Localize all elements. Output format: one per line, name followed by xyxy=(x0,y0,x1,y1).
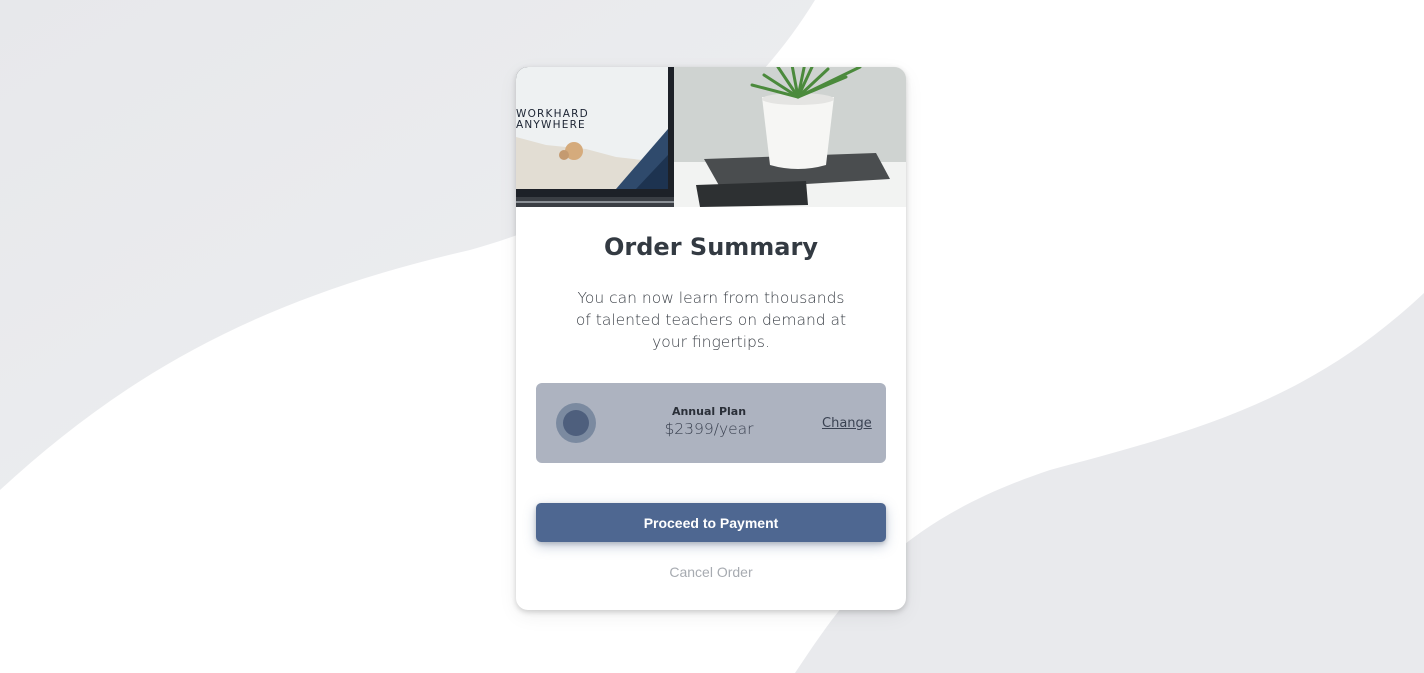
hero-caption: WORKHARD ANYWHERE xyxy=(516,109,589,131)
hero-image: WORKHARD ANYWHERE xyxy=(516,67,906,207)
music-disc-icon-center xyxy=(563,410,589,436)
page-title: Order Summary xyxy=(604,233,818,261)
plan-price: $2399/year xyxy=(664,420,754,438)
order-summary-card: WORKHARD ANYWHERE Order Summary You can … xyxy=(516,67,906,610)
change-plan-link[interactable]: Change xyxy=(822,416,872,431)
description-text: You can now learn from thousands of tale… xyxy=(575,289,847,351)
plan-name: Annual Plan xyxy=(671,405,747,418)
proceed-to-payment-button[interactable]: Proceed to Payment xyxy=(536,503,886,542)
plan-summary: Annual Plan $2399/year Change xyxy=(536,383,886,463)
hero-caption-line2: ANYWHERE xyxy=(516,119,586,131)
music-disc-icon xyxy=(556,403,596,443)
cancel-order-button[interactable]: Cancel Order xyxy=(516,564,906,580)
